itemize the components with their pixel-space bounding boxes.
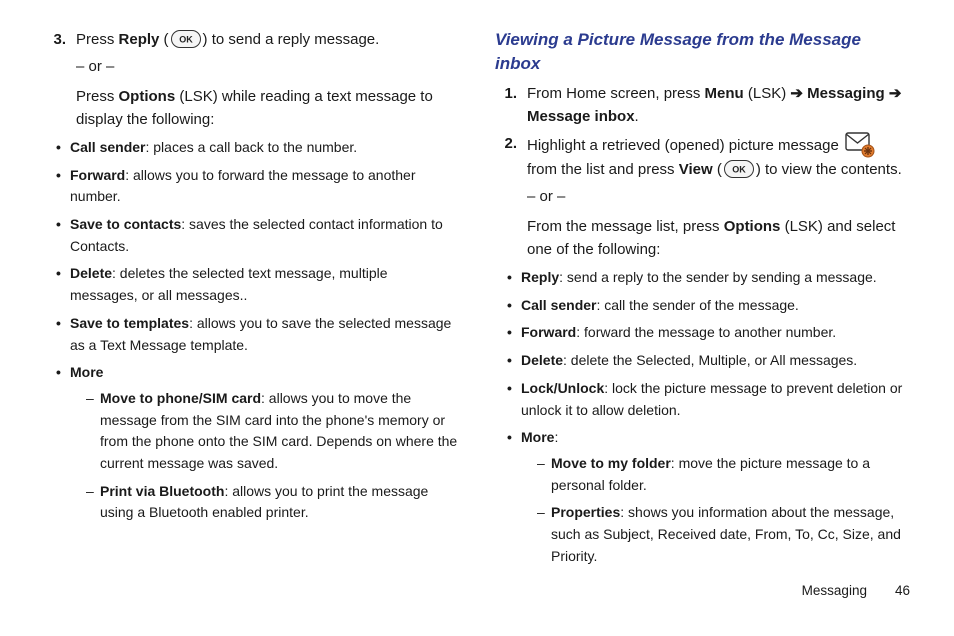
page-footer: Messaging 46 xyxy=(495,581,910,602)
right-more-sublist: Move to my folder: move the picture mess… xyxy=(521,453,910,567)
list-item: Delete: delete the Selected, Multiple, o… xyxy=(507,350,910,372)
ok-button-icon: OK xyxy=(171,30,201,48)
step-3-text: Press Reply ( OK ) to send a reply messa… xyxy=(76,28,379,51)
step-2b-text: From the message list, press Options (LS… xyxy=(527,215,910,262)
step-3b-text: Press Options (LSK) while reading a text… xyxy=(76,85,459,132)
list-item: Forward: allows you to forward the messa… xyxy=(56,165,459,208)
left-more-sublist: Move to phone/SIM card: allows you to mo… xyxy=(70,388,459,524)
svg-text:OK: OK xyxy=(732,165,746,175)
step-3: 3. Press Reply ( OK ) to send a reply me… xyxy=(44,28,459,51)
left-column: 3. Press Reply ( OK ) to send a reply me… xyxy=(44,28,459,626)
step-2: 2. Highlight a retrieved (opened) pictur… xyxy=(495,132,910,181)
list-item: Call sender: call the sender of the mess… xyxy=(507,295,910,317)
ok-button-icon: OK xyxy=(724,160,754,178)
step-1-text: From Home screen, press Menu (LSK) ➔ Mes… xyxy=(527,82,910,129)
section-heading: Viewing a Picture Message from the Messa… xyxy=(495,28,910,76)
envelope-icon xyxy=(845,132,875,158)
list-item: Save to contacts: saves the selected con… xyxy=(56,214,459,257)
right-options-list: Reply: send a reply to the sender by sen… xyxy=(495,267,910,567)
step-number: 3. xyxy=(44,28,66,51)
sub-item: Properties: shows you information about … xyxy=(537,502,910,567)
list-item: Forward: forward the message to another … xyxy=(507,322,910,344)
list-item: Call sender: places a call back to the n… xyxy=(56,137,459,159)
sub-item: Move to phone/SIM card: allows you to mo… xyxy=(86,388,459,475)
step-1: 1. From Home screen, press Menu (LSK) ➔ … xyxy=(495,82,910,129)
step-number: 1. xyxy=(495,82,517,105)
arrow-icon: ➔ xyxy=(889,85,902,102)
step-number: 2. xyxy=(495,132,517,155)
or-separator: – or – xyxy=(76,55,459,78)
list-item: Reply: send a reply to the sender by sen… xyxy=(507,267,910,289)
left-options-list: Call sender: places a call back to the n… xyxy=(44,137,459,524)
list-item: Save to templates: allows you to save th… xyxy=(56,313,459,356)
step-2-text: Highlight a retrieved (opened) picture m… xyxy=(527,132,910,181)
right-column: Viewing a Picture Message from the Messa… xyxy=(495,28,910,626)
arrow-icon: ➔ xyxy=(790,85,803,102)
footer-section: Messaging xyxy=(802,581,867,602)
sub-item: Move to my folder: move the picture mess… xyxy=(537,453,910,496)
list-item: Delete: deletes the selected text messag… xyxy=(56,263,459,306)
list-item-more: More: Move to my folder: move the pictur… xyxy=(507,427,910,567)
svg-text:OK: OK xyxy=(179,35,193,45)
list-item: Lock/Unlock: lock the picture message to… xyxy=(507,378,910,421)
list-item-more: More Move to phone/SIM card: allows you … xyxy=(56,362,459,524)
or-separator: – or – xyxy=(527,185,910,208)
sub-item: Print via Bluetooth: allows you to print… xyxy=(86,481,459,524)
footer-page-number: 46 xyxy=(895,581,910,602)
